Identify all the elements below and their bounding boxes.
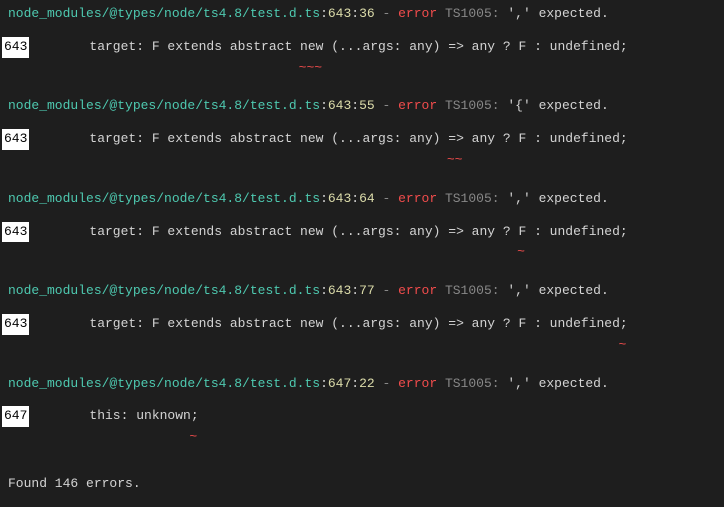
squiggle-line: ~~ bbox=[0, 150, 724, 171]
code-content: target: F extends abstract new (...args:… bbox=[29, 314, 627, 335]
error-header: node_modules/@types/node/ts4.8/test.d.ts… bbox=[0, 374, 724, 395]
file-path: node_modules/@types/node/ts4.8/test.d.ts bbox=[8, 283, 320, 298]
line-number: 643 bbox=[328, 191, 351, 206]
code-line: 647this: unknown; bbox=[0, 406, 724, 427]
error-header: node_modules/@types/node/ts4.8/test.d.ts… bbox=[0, 189, 724, 210]
squiggle-line: ~ bbox=[0, 242, 724, 263]
error-block: node_modules/@types/node/ts4.8/test.d.ts… bbox=[0, 374, 724, 448]
error-block: node_modules/@types/node/ts4.8/test.d.ts… bbox=[0, 189, 724, 263]
line-gutter: 643 bbox=[2, 314, 29, 335]
line-gutter: 643 bbox=[2, 37, 29, 58]
code-line: 643target: F extends abstract new (...ar… bbox=[0, 222, 724, 243]
ts-error-code: TS1005: bbox=[445, 98, 500, 113]
error-header: node_modules/@types/node/ts4.8/test.d.ts… bbox=[0, 4, 724, 25]
column-number: 55 bbox=[359, 98, 375, 113]
squiggle-line: ~ bbox=[0, 427, 724, 448]
error-message: ',' expected. bbox=[507, 283, 608, 298]
squiggle-marker: ~ bbox=[28, 427, 197, 448]
column-number: 22 bbox=[359, 376, 375, 391]
error-message: '{' expected. bbox=[507, 98, 608, 113]
squiggle-marker: ~~~ bbox=[28, 58, 322, 79]
line-number: 647 bbox=[328, 376, 351, 391]
code-line: 643target: F extends abstract new (...ar… bbox=[0, 129, 724, 150]
code-content: target: F extends abstract new (...args:… bbox=[29, 222, 627, 243]
code-content: target: F extends abstract new (...args:… bbox=[29, 129, 627, 150]
error-block: node_modules/@types/node/ts4.8/test.d.ts… bbox=[0, 96, 724, 170]
error-header: node_modules/@types/node/ts4.8/test.d.ts… bbox=[0, 281, 724, 302]
error-header: node_modules/@types/node/ts4.8/test.d.ts… bbox=[0, 96, 724, 117]
file-path: node_modules/@types/node/ts4.8/test.d.ts bbox=[8, 376, 320, 391]
code-content: target: F extends abstract new (...args:… bbox=[29, 37, 627, 58]
squiggle-line: ~ bbox=[0, 335, 724, 356]
ts-error-code: TS1005: bbox=[445, 283, 500, 298]
line-number: 643 bbox=[328, 283, 351, 298]
terminal-output: node_modules/@types/node/ts4.8/test.d.ts… bbox=[0, 4, 724, 448]
line-gutter: 643 bbox=[2, 129, 29, 150]
line-gutter: 647 bbox=[2, 406, 29, 427]
code-line: 643target: F extends abstract new (...ar… bbox=[0, 37, 724, 58]
squiggle-line: ~~~ bbox=[0, 58, 724, 79]
error-message: ',' expected. bbox=[507, 376, 608, 391]
error-label: error bbox=[398, 376, 437, 391]
error-label: error bbox=[398, 191, 437, 206]
error-label: error bbox=[398, 98, 437, 113]
column-number: 36 bbox=[359, 6, 375, 21]
column-number: 77 bbox=[359, 283, 375, 298]
error-block: node_modules/@types/node/ts4.8/test.d.ts… bbox=[0, 4, 724, 78]
error-block: node_modules/@types/node/ts4.8/test.d.ts… bbox=[0, 281, 724, 355]
code-line: 643target: F extends abstract new (...ar… bbox=[0, 314, 724, 335]
file-path: node_modules/@types/node/ts4.8/test.d.ts bbox=[8, 6, 320, 21]
line-number: 643 bbox=[328, 98, 351, 113]
error-summary: Found 146 errors. bbox=[0, 466, 724, 503]
error-message: ',' expected. bbox=[507, 191, 608, 206]
ts-error-code: TS1005: bbox=[445, 6, 500, 21]
column-number: 64 bbox=[359, 191, 375, 206]
file-path: node_modules/@types/node/ts4.8/test.d.ts bbox=[8, 98, 320, 113]
error-label: error bbox=[398, 283, 437, 298]
file-path: node_modules/@types/node/ts4.8/test.d.ts bbox=[8, 191, 320, 206]
squiggle-marker: ~~ bbox=[28, 150, 462, 171]
squiggle-marker: ~ bbox=[28, 242, 525, 263]
error-message: ',' expected. bbox=[507, 6, 608, 21]
line-number: 643 bbox=[328, 6, 351, 21]
code-content: this: unknown; bbox=[29, 406, 198, 427]
error-label: error bbox=[398, 6, 437, 21]
line-gutter: 643 bbox=[2, 222, 29, 243]
squiggle-marker: ~ bbox=[28, 335, 626, 356]
ts-error-code: TS1005: bbox=[445, 376, 500, 391]
ts-error-code: TS1005: bbox=[445, 191, 500, 206]
